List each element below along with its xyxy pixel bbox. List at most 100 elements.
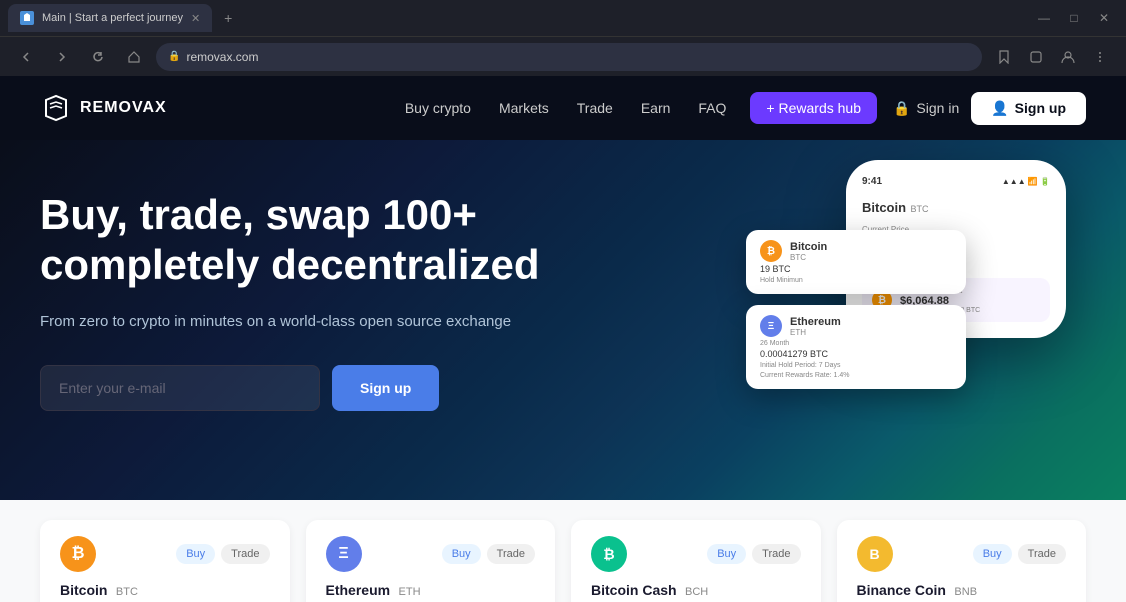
bnb-badge: B	[857, 536, 893, 572]
hero-form: Sign up	[40, 365, 540, 411]
float-coin-name: Bitcoin	[790, 241, 827, 253]
signup-hero-btn[interactable]: Sign up	[332, 365, 439, 411]
phone-time: 9:41	[862, 176, 882, 187]
reload-btn[interactable]	[84, 43, 112, 71]
btc-icon: ₿	[760, 240, 782, 262]
bch-trade-btn[interactable]: Trade	[752, 544, 800, 564]
btc-trade-btn[interactable]: Trade	[221, 544, 269, 564]
float-eth-detail1: 26 Month	[760, 340, 952, 347]
price-cards-row: ₿ Buy Trade Bitcoin BTC $104,452.99 -0.9…	[40, 520, 1086, 602]
tab-favicon	[20, 11, 34, 25]
nav-links: Buy crypto Markets Trade Earn FAQ	[405, 100, 727, 116]
eth-action-btns: Buy Trade	[442, 544, 535, 564]
bch-badge: ₿	[591, 536, 627, 572]
tab-bar: Main | Start a perfect journey ✕ + — □ ✕	[0, 0, 1126, 36]
phone-status-icons: ▲▲▲ 📶 🔋	[1002, 177, 1050, 186]
tab-title: Main | Start a perfect journey	[42, 12, 183, 24]
price-card-bch: ₿ Buy Trade Bitcoin Cash BCH $430.50 +0.…	[571, 520, 821, 602]
url-display: removax.com	[186, 50, 258, 64]
price-card-eth: Ξ Buy Trade Ethereum ETH $3,248.15 +1.48…	[306, 520, 556, 602]
navbar: REMOVAX Buy crypto Markets Trade Earn FA…	[0, 76, 1126, 140]
signin-label: Sign in	[916, 100, 959, 116]
float-card-btc-info: Bitcoin BTC	[790, 241, 827, 262]
active-tab[interactable]: Main | Start a perfect journey ✕	[8, 4, 212, 32]
btc-name-row: Bitcoin BTC	[60, 582, 270, 600]
hero-content: Buy, trade, swap 100+ completely decentr…	[40, 190, 540, 411]
float-card-eth-info: Ethereum ETH	[790, 316, 841, 337]
window-controls: — □ ✕	[1030, 4, 1118, 32]
bnb-card-header: B Buy Trade	[857, 536, 1067, 572]
float-eth-detail3: Current Rewards Rate: 1.4%	[760, 372, 952, 379]
bnb-symbol: BNB	[954, 586, 977, 598]
btc-name: Bitcoin	[60, 582, 107, 598]
nav-link-markets[interactable]: Markets	[499, 100, 549, 116]
bch-action-btns: Buy Trade	[707, 544, 800, 564]
phone-status-bar: 9:41 ▲▲▲ 📶 🔋	[862, 176, 1050, 187]
forward-btn[interactable]	[48, 43, 76, 71]
btc-card-header: ₿ Buy Trade	[60, 536, 270, 572]
btc-badge: ₿	[60, 536, 96, 572]
bookmark-btn[interactable]	[990, 43, 1018, 71]
float-card-btc: ₿ Bitcoin BTC 19 BTC Hold Minimun	[746, 230, 966, 294]
close-btn[interactable]: ✕	[1090, 4, 1118, 32]
float-detail: Hold Minimun	[760, 277, 952, 284]
rewards-hub-btn[interactable]: + Rewards hub	[750, 92, 877, 124]
phone-coin-name: Bitcoin	[862, 200, 906, 215]
new-tab-btn[interactable]: +	[216, 6, 240, 30]
user-icon: 👤	[991, 100, 1008, 117]
tab-close-btn[interactable]: ✕	[191, 12, 200, 25]
hero-title: Buy, trade, swap 100+ completely decentr…	[40, 190, 540, 291]
browser-chrome: Main | Start a perfect journey ✕ + — □ ✕…	[0, 0, 1126, 76]
bch-name-row: Bitcoin Cash BCH	[591, 582, 801, 600]
lock-icon: 🔒	[168, 51, 180, 62]
minimize-btn[interactable]: —	[1030, 4, 1058, 32]
maximize-btn[interactable]: □	[1060, 4, 1088, 32]
menu-btn[interactable]	[1086, 43, 1114, 71]
address-bar: 🔒 removax.com	[0, 36, 1126, 76]
bch-name: Bitcoin Cash	[591, 582, 677, 598]
back-btn[interactable]	[12, 43, 40, 71]
website: REMOVAX Buy crypto Markets Trade Earn FA…	[0, 76, 1126, 602]
bnb-trade-btn[interactable]: Trade	[1018, 544, 1066, 564]
bnb-name: Binance Coin	[857, 582, 946, 598]
eth-card-header: Ξ Buy Trade	[326, 536, 536, 572]
logo-text: REMOVAX	[80, 99, 167, 117]
eth-icon: Ξ	[760, 315, 782, 337]
nav-link-buy-crypto[interactable]: Buy crypto	[405, 100, 471, 116]
bnb-buy-btn[interactable]: Buy	[973, 544, 1012, 564]
profile-btn[interactable]	[1054, 43, 1082, 71]
eth-buy-btn[interactable]: Buy	[442, 544, 481, 564]
signup-button[interactable]: 👤 Sign up	[971, 92, 1086, 125]
eth-name-row: Ethereum ETH	[326, 582, 536, 600]
btc-symbol: BTC	[116, 586, 138, 598]
eth-name: Ethereum	[326, 582, 391, 598]
eth-badge: Ξ	[326, 536, 362, 572]
prices-section: ₿ Buy Trade Bitcoin BTC $104,452.99 -0.9…	[0, 500, 1126, 602]
signup-label: Sign up	[1015, 100, 1066, 116]
phone-coin-symbol: BTC	[911, 204, 929, 214]
eth-symbol: ETH	[399, 586, 421, 598]
nav-link-faq[interactable]: FAQ	[698, 100, 726, 116]
bch-buy-btn[interactable]: Buy	[707, 544, 746, 564]
float-card-eth-row: Ξ Ethereum ETH	[760, 315, 952, 337]
bnb-action-btns: Buy Trade	[973, 544, 1066, 564]
logo[interactable]: REMOVAX	[40, 92, 167, 124]
nav-link-trade[interactable]: Trade	[577, 100, 613, 116]
eth-trade-btn[interactable]: Trade	[487, 544, 535, 564]
auth-buttons: 🔒 Sign in 👤 Sign up	[893, 92, 1086, 125]
extensions-btn[interactable]	[1022, 43, 1050, 71]
address-input[interactable]: 🔒 removax.com	[156, 43, 982, 71]
float-coin-symbol: BTC	[790, 253, 827, 262]
btc-buy-btn[interactable]: Buy	[176, 544, 215, 564]
bch-symbol: BCH	[685, 586, 708, 598]
btc-action-btns: Buy Trade	[176, 544, 269, 564]
price-card-bnb: B Buy Trade Binance Coin BNB $678.97 +0.…	[837, 520, 1087, 602]
float-amount: 19 BTC	[760, 264, 952, 274]
home-btn[interactable]	[120, 43, 148, 71]
float-eth-detail2: Initial Hold Period: 7 Days	[760, 362, 952, 369]
toolbar-right	[990, 43, 1114, 71]
phone-coin-info: Bitcoin BTC	[862, 199, 1050, 217]
signin-button[interactable]: 🔒 Sign in	[893, 100, 959, 117]
nav-link-earn[interactable]: Earn	[641, 100, 671, 116]
email-input[interactable]	[40, 365, 320, 411]
